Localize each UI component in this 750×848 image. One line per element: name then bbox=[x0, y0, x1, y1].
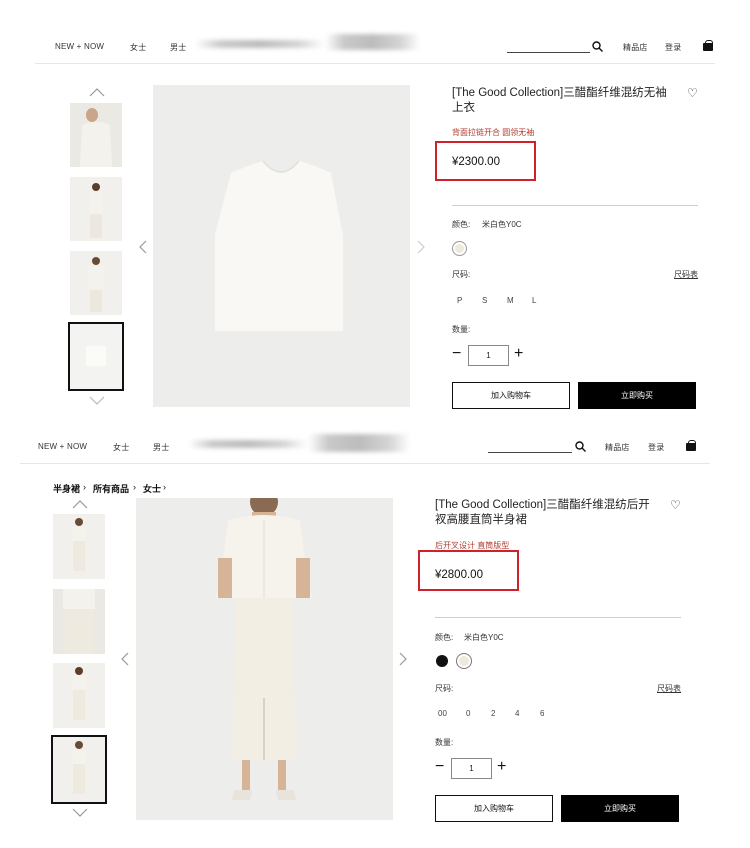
breadcrumb-item[interactable]: 半身裙 bbox=[53, 482, 80, 495]
info-divider bbox=[435, 617, 681, 618]
swatch-offwhite[interactable] bbox=[456, 653, 472, 669]
size-label: 尺码: bbox=[435, 684, 454, 693]
size-option[interactable]: 00 bbox=[438, 709, 447, 718]
product-title: [The Good Collection]三醋酯纤维混纺后开 衩高腰直筒半身裙 bbox=[435, 498, 665, 528]
bag-icon[interactable] bbox=[686, 440, 696, 451]
main-product-image[interactable] bbox=[136, 488, 393, 820]
header-divider bbox=[35, 63, 715, 64]
quantity-input[interactable]: 1 bbox=[468, 345, 509, 366]
heart-icon[interactable]: ♡ bbox=[670, 498, 681, 512]
blurred-logo-area bbox=[188, 440, 308, 448]
add-to-cart-button[interactable]: 加入购物车 bbox=[452, 382, 570, 409]
nav-login[interactable]: 登录 bbox=[648, 442, 664, 453]
info-divider bbox=[452, 205, 698, 206]
minus-icon[interactable]: − bbox=[435, 759, 444, 775]
color-label: 颜色: bbox=[435, 633, 454, 642]
nav-boutique[interactable]: 精品店 bbox=[623, 42, 648, 53]
product-price: ¥2800.00 bbox=[435, 569, 483, 581]
brand-logo[interactable] bbox=[308, 434, 410, 452]
size-label: 尺码: bbox=[452, 270, 471, 279]
buy-now-button[interactable]: 立即购买 bbox=[578, 382, 696, 409]
breadcrumb-separator: › bbox=[133, 482, 136, 492]
size-option[interactable]: P bbox=[457, 296, 462, 305]
size-option[interactable]: M bbox=[507, 296, 514, 305]
breadcrumb-item[interactable]: 所有商品 bbox=[93, 482, 129, 495]
plus-icon[interactable]: + bbox=[497, 759, 506, 775]
thumbnail-4-selected[interactable] bbox=[51, 735, 107, 804]
nav-new-now[interactable]: NEW + NOW bbox=[55, 42, 104, 51]
thumbnail-1[interactable] bbox=[53, 514, 105, 579]
size-option[interactable]: 2 bbox=[491, 709, 495, 718]
chevron-down-icon[interactable] bbox=[89, 396, 105, 405]
product-tags: 背面拉链开合 圆领无袖 bbox=[452, 128, 535, 137]
buy-now-button[interactable]: 立即购买 bbox=[561, 795, 679, 822]
breadcrumb-separator: › bbox=[83, 482, 86, 492]
color-value: 米白色Y0C bbox=[482, 220, 522, 229]
color-label: 颜色: bbox=[452, 220, 471, 229]
search-input[interactable] bbox=[507, 52, 590, 53]
add-to-cart-button[interactable]: 加入购物车 bbox=[435, 795, 553, 822]
nav-new-now[interactable]: NEW + NOW bbox=[38, 442, 87, 451]
thumbnail-3[interactable] bbox=[53, 663, 105, 728]
quantity-label: 数量: bbox=[452, 325, 471, 334]
nav-women[interactable]: 女士 bbox=[130, 42, 146, 53]
bag-icon[interactable] bbox=[703, 40, 713, 51]
plus-icon[interactable]: + bbox=[514, 346, 523, 362]
thumbnail-3[interactable] bbox=[70, 251, 122, 315]
chevron-up-icon[interactable] bbox=[89, 88, 105, 97]
nav-women[interactable]: 女士 bbox=[113, 442, 129, 453]
chevron-right-icon[interactable] bbox=[399, 652, 407, 666]
quantity-label: 数量: bbox=[435, 738, 454, 747]
chevron-up-icon[interactable] bbox=[72, 500, 88, 509]
breadcrumb-item[interactable]: 女士 bbox=[143, 482, 161, 495]
size-option[interactable]: 6 bbox=[540, 709, 544, 718]
size-option[interactable]: 0 bbox=[466, 709, 470, 718]
product-price: ¥2300.00 bbox=[452, 156, 500, 168]
nav-login[interactable]: 登录 bbox=[665, 42, 681, 53]
thumbnail-2[interactable] bbox=[70, 177, 122, 241]
search-icon[interactable] bbox=[592, 41, 603, 52]
search-input[interactable] bbox=[488, 452, 572, 453]
heart-icon[interactable]: ♡ bbox=[687, 86, 698, 100]
quantity-input[interactable]: 1 bbox=[451, 758, 492, 779]
minus-icon[interactable]: − bbox=[452, 346, 461, 362]
chevron-left-icon[interactable] bbox=[139, 240, 147, 254]
product-title-line: 衩高腰直筒半身裙 bbox=[435, 514, 527, 526]
chevron-down-icon[interactable] bbox=[72, 808, 88, 817]
color-value: 米白色Y0C bbox=[464, 633, 504, 642]
brand-logo[interactable] bbox=[325, 34, 420, 50]
blurred-logo-area bbox=[195, 40, 325, 48]
thumbnail-4-selected[interactable] bbox=[68, 322, 124, 391]
thumbnail-2[interactable] bbox=[53, 589, 105, 654]
size-guide-link[interactable]: 尺码表 bbox=[657, 683, 681, 694]
main-product-image[interactable] bbox=[153, 85, 410, 407]
swatch-black[interactable] bbox=[436, 655, 448, 667]
nav-men[interactable]: 男士 bbox=[170, 42, 186, 53]
size-option[interactable]: 4 bbox=[515, 709, 519, 718]
chevron-left-icon[interactable] bbox=[121, 652, 129, 666]
thumbnail-1[interactable] bbox=[70, 103, 122, 167]
header-divider bbox=[20, 463, 710, 464]
swatch-offwhite[interactable] bbox=[452, 241, 467, 256]
size-option[interactable]: L bbox=[532, 296, 536, 305]
nav-boutique[interactable]: 精品店 bbox=[605, 442, 630, 453]
size-option[interactable]: S bbox=[482, 296, 487, 305]
product-title: [The Good Collection]三醋酯纤维混纺无袖上衣 bbox=[452, 87, 667, 114]
product-title-line: [The Good Collection]三醋酯纤维混纺后开 bbox=[435, 499, 650, 511]
breadcrumb-separator: › bbox=[163, 482, 166, 492]
search-icon[interactable] bbox=[575, 441, 586, 452]
nav-men[interactable]: 男士 bbox=[153, 442, 169, 453]
size-guide-link[interactable]: 尺码表 bbox=[674, 269, 698, 280]
chevron-right-icon[interactable] bbox=[417, 240, 425, 254]
